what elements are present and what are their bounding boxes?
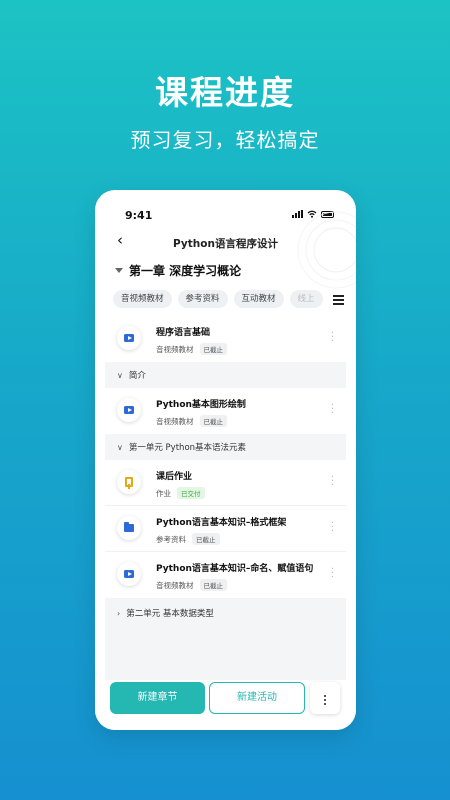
section-header[interactable]: ∨ 简介: [105, 362, 346, 388]
chapter-title: 第一章 深度学习概论: [129, 264, 242, 278]
more-options-icon[interactable]: · · ·: [331, 565, 334, 583]
chapter-selector[interactable]: 第一章 深度学习概论: [115, 262, 241, 279]
play-icon: [117, 398, 141, 422]
status-badge: 已截止: [192, 533, 220, 545]
item-title: 课后作业: [156, 472, 193, 482]
list-item[interactable]: 课后作业 作业 已交付 · · ·: [105, 460, 346, 506]
play-icon: [117, 562, 141, 586]
tag-video[interactable]: 音视频教材: [113, 290, 172, 308]
item-type: 音视频教材: [156, 580, 194, 590]
vertical-dots-icon: [310, 682, 340, 705]
item-title: Python基本图形绘制: [156, 400, 246, 410]
section-label: 简介: [128, 371, 146, 381]
item-type: 作业: [156, 488, 171, 498]
more-options-icon[interactable]: · · ·: [331, 401, 334, 419]
item-type: 参考资料: [156, 534, 186, 544]
status-time: 9:41: [125, 209, 153, 222]
section-header[interactable]: ∨ 第一单元 Python基本语法元素: [105, 434, 346, 460]
more-options-icon[interactable]: · · ·: [331, 473, 334, 491]
nav-bar: ‹ Python语言程序设计: [95, 228, 356, 256]
chevron-right-icon: ›: [117, 608, 121, 618]
item-title: Python语言基本知识–命名、赋值语句: [156, 564, 314, 574]
more-actions-button[interactable]: [310, 682, 340, 714]
section-header[interactable]: › 第二单元 基本数据类型: [105, 600, 346, 626]
tag-reference[interactable]: 参考资料: [177, 290, 228, 308]
promo-headline: 课程进度: [155, 73, 295, 112]
item-type: 音视频教材: [156, 344, 194, 354]
status-badge: 已截止: [199, 415, 227, 427]
new-activity-button[interactable]: 新建活动: [209, 682, 305, 714]
homework-icon: [117, 470, 141, 494]
status-badge: 已截止: [199, 579, 227, 591]
more-options-icon[interactable]: · · ·: [331, 329, 334, 347]
tag-interactive[interactable]: 互动教材: [233, 290, 284, 308]
bottom-action-bar: 新建章节 新建活动: [95, 680, 356, 730]
promo-subline: 预习复习，轻松搞定: [130, 128, 320, 152]
status-badge: 已截止: [199, 343, 227, 355]
tag-online[interactable]: 线上: [289, 290, 323, 308]
play-icon: [117, 326, 141, 350]
folder-icon: [117, 516, 141, 540]
list-item[interactable]: Python语言基本知识–格式框架 参考资料 已截止 · · ·: [105, 506, 346, 552]
filter-tags: 音视频教材 参考资料 互动教材 线上: [113, 290, 346, 310]
menu-icon[interactable]: [333, 295, 344, 307]
caret-down-icon: [115, 268, 123, 273]
item-type: 音视频教材: [156, 416, 194, 426]
chevron-down-icon: ∨: [117, 370, 123, 380]
page-title: Python语言程序设计: [173, 238, 278, 250]
status-badge: 已交付: [177, 487, 205, 499]
section-label: 第一单元 Python基本语法元素: [128, 443, 247, 453]
new-chapter-button[interactable]: 新建章节: [110, 682, 205, 714]
section-label: 第二单元 基本数据类型: [126, 609, 214, 619]
list-item[interactable]: 程序语言基础 音视频教材 已截止 · · ·: [105, 316, 346, 362]
item-title: 程序语言基础: [156, 328, 211, 338]
more-options-icon[interactable]: · · ·: [331, 519, 334, 537]
chevron-down-icon: ∨: [117, 442, 123, 452]
activity-list: 程序语言基础 音视频教材 已截止 · · · ∨ 简介 Python基本图形绘制 音…: [105, 316, 346, 680]
list-item[interactable]: Python语言基本知识–命名、赋值语句 音视频教材 已截止 · · ·: [105, 552, 346, 598]
phone-screen: 9:41 ‹ Python语言程序设计 第一章 深度学习概论 音视频教材 参考资…: [95, 190, 356, 730]
list-item[interactable]: Python基本图形绘制 音视频教材 已截止 · · ·: [105, 388, 346, 434]
item-title: Python语言基本知识–格式框架: [156, 518, 287, 528]
